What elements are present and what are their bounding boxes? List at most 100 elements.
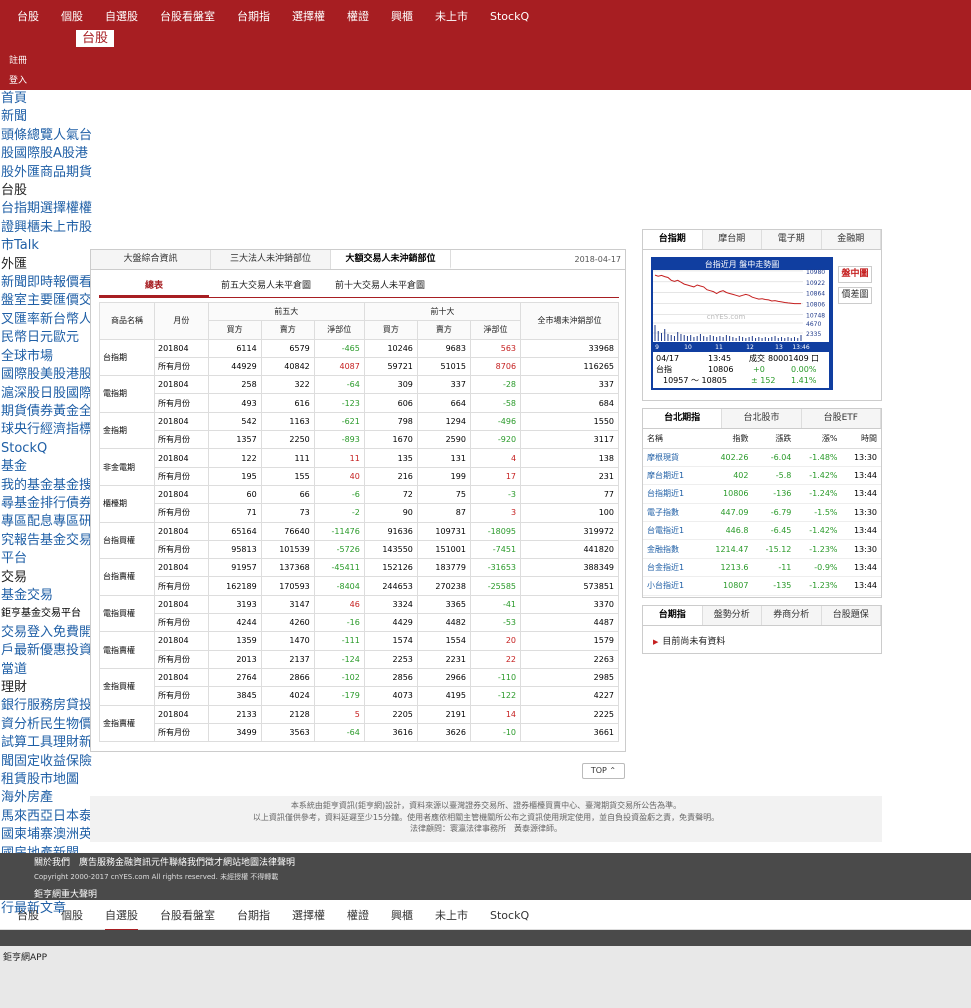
left-nav-link[interactable]: 基金交易 [1,587,99,605]
tab-taipei-stocks[interactable]: 台北股市 [722,409,802,428]
tab-market-analysis[interactable]: 盤勢分析 [702,606,762,625]
table-row: 所有月份 4244 4260 -16 4429 4482 -53 4487 [100,613,619,633]
top-nav-item[interactable]: 權證 [347,8,369,24]
left-nav-link[interactable]: 首頁 [1,90,99,108]
table-cell: 201804 [154,448,209,468]
quote-cell: 10807 [700,576,753,596]
top-nav-item[interactable]: 興櫃 [391,8,413,24]
quote-row[interactable]: 摩台期近1 402 -5.8 -1.42% 13:44 [643,466,881,486]
register-link[interactable]: 註冊 [9,53,27,66]
tab-summary[interactable]: 總表 [99,276,209,297]
bottom-nav-item[interactable]: 台期指 [237,907,270,923]
table-cell: 542 [207,411,262,432]
y-tick-label: 2335 [806,331,821,338]
left-nav-link[interactable]: 基金 [1,458,99,476]
bottom-nav-item[interactable]: 選擇權 [292,907,325,923]
spread-chart-button[interactable]: 價差圖 [838,287,872,304]
tab-market-overview[interactable]: 大盤綜合資訊 [91,250,211,269]
top-nav-item[interactable]: 未上市 [435,8,468,24]
table-cell: -31653 [469,558,522,578]
table-cell: 2966 [416,667,471,688]
tab-top5-chart[interactable]: 前五大交易人未平倉圖 [209,276,323,297]
tab-tx[interactable]: 台指期 [643,230,703,249]
info-range-pct: 1.41% [791,376,817,385]
back-to-top-button[interactable]: TOP ⌃ [582,763,625,779]
bottom-nav-item[interactable]: 自選股 [105,907,138,931]
bottom-nav-item[interactable]: 權證 [347,907,369,923]
table-cell: 337 [520,375,619,395]
quote-row[interactable]: 小台指近1 10807 -135 -1.23% 13:44 [643,576,881,596]
left-nav-link[interactable]: 交易 [1,569,99,587]
footer-notice[interactable]: 鉅亨網重大聲明 [34,887,97,900]
quote-cell: 台指期近1 [643,484,701,504]
footer-links[interactable]: 關於我們 廣告服務金融資訊元件聯絡我們徵才網站地圖法律聲明 [34,855,295,868]
left-nav-link[interactable]: 台股 [1,182,99,200]
tab-large-trader[interactable]: 大額交易人未沖銷部位 [331,250,451,269]
login-link[interactable]: 登入 [9,73,27,86]
bottom-nav-item[interactable]: 個股 [61,907,83,923]
sub-nav-active-tab[interactable]: 台股 [76,30,115,47]
intraday-chart-button[interactable]: 盤中圖 [838,266,872,283]
left-nav-link[interactable]: 全球市場 [1,348,99,366]
left-sitemap: 首頁 新聞 頭條總覽人氣台股國際股A股港股外匯商品期貨 台股 台指期選擇權權證興櫃未上市… [1,90,99,918]
x-tick-label: 9 [655,344,659,351]
left-nav-link[interactable]: 國際股美股港股滬深股日股國際期貨債券黃金全球央行經濟指標 [1,366,99,440]
table-cell: 2128 [260,704,315,724]
tab-taipei-futures[interactable]: 台北期指 [643,409,723,428]
bottom-nav-item[interactable]: 台股 [17,907,39,923]
left-nav-link[interactable]: 我的基金基金搜尋基金排行債券專區配息專區研究報告基金交易平台 [1,477,99,569]
bottom-nav-item[interactable]: StockQ [490,909,529,922]
quote-row[interactable]: 台指期近1 10806 -136 -1.24% 13:44 [643,484,881,504]
quote-cell: 1214.47 [700,539,753,559]
table-cell: 2133 [207,704,262,724]
tab-institutional[interactable]: 三大法人未沖銷部位 [211,250,331,269]
top-nav-item[interactable]: 選擇權 [292,8,325,24]
y-tick-label: 10980 [806,269,825,276]
top-nav-item[interactable]: 台股 [17,8,39,24]
table-row: 所有月份 493 616 -123 606 664 -58 684 [100,393,619,413]
tab-te[interactable]: 電子期 [762,230,822,249]
top-nav-item[interactable]: 自選股 [105,8,138,24]
tab-tf[interactable]: 金融期 [821,230,881,249]
bottom-nav-item[interactable]: 興櫃 [391,907,413,923]
left-nav-link[interactable]: 租賃股市地圖 [1,771,99,789]
tab-tw-etf[interactable]: 台股ETF [801,409,881,428]
quote-row[interactable]: 台金指近1 1213.6 -11 -0.9% 13:44 [643,558,881,578]
table-cell: -6 [313,484,365,505]
left-nav-link[interactable]: 新聞 [1,108,99,126]
table-cell: 244653 [363,576,418,596]
tab-mtx[interactable]: 摩台期 [702,230,762,249]
top-nav-item[interactable]: 台股看盤室 [160,8,215,24]
quote-row[interactable]: 金融指數 1214.47 -15.12 -1.23% 13:30 [643,539,881,559]
left-nav-link[interactable]: 交易登入免費開戶最新優惠投資當道 [1,624,99,679]
left-nav-link[interactable]: 外匯 [1,256,99,274]
tab-top10-chart[interactable]: 前十大交易人未平倉圖 [323,276,437,297]
taipei-quotes-panel: 台北期指 台北股市 台股ETF 名稱 指數 漲跌 漲% 時間 摩根現貨 402.26 -6.… [642,408,882,598]
bottom-nav-item[interactable]: 台股看盤室 [160,907,215,923]
left-nav-link[interactable]: 鉅亨基金交易平台 [1,605,99,623]
bottom-nav-item[interactable]: 未上市 [435,907,468,923]
top-nav-item[interactable]: 台期指 [237,8,270,24]
table-cell: 2866 [260,667,315,688]
left-nav-link[interactable]: 新聞即時報價看盤室主要匯價交叉匯率新台幣人民幣日元歐元 [1,274,99,348]
tab-broker-analysis[interactable]: 券商分析 [762,606,822,625]
left-nav-link[interactable]: 理財 [1,679,99,697]
intraday-chart-svg: 台指近月 盤中走勢圖 10980 10922 10864 10806 10748 4670 2… [653,259,829,388]
tab-tw-topics[interactable]: 台股題保 [821,606,881,625]
top-nav-item[interactable]: 個股 [61,8,83,24]
left-nav-link[interactable]: 海外房產 [1,789,99,807]
info-name: 台指 [656,364,672,374]
app-link[interactable]: 鉅亨網APP [3,950,47,963]
quote-row[interactable]: 電子指數 447.09 -6.79 -1.5% 13:30 [643,503,881,523]
tab-futures-news[interactable]: 台期指 [643,606,703,625]
left-nav-link[interactable]: 台指期選擇權權證興櫃未上市股市Talk [1,200,99,255]
quote-row[interactable]: 摩根現貨 402.26 -6.04 -1.48% 13:30 [643,448,881,467]
left-nav-link[interactable]: 頭條總覽人氣台股國際股A股港股外匯商品期貨 [1,127,99,182]
table-cell: -10 [469,722,522,743]
info-pct: 0.00% [791,365,817,374]
left-nav-link[interactable]: 銀行服務房貸投資分析民生物價試算工具理財新聞固定收益保險 [1,697,99,771]
quote-row[interactable]: 台電指近1 446.8 -6.45 -1.42% 13:44 [643,521,881,541]
left-nav-link[interactable]: StockQ [1,440,99,458]
table-cell: 76640 [260,521,315,541]
top-nav-item[interactable]: StockQ [490,10,529,23]
